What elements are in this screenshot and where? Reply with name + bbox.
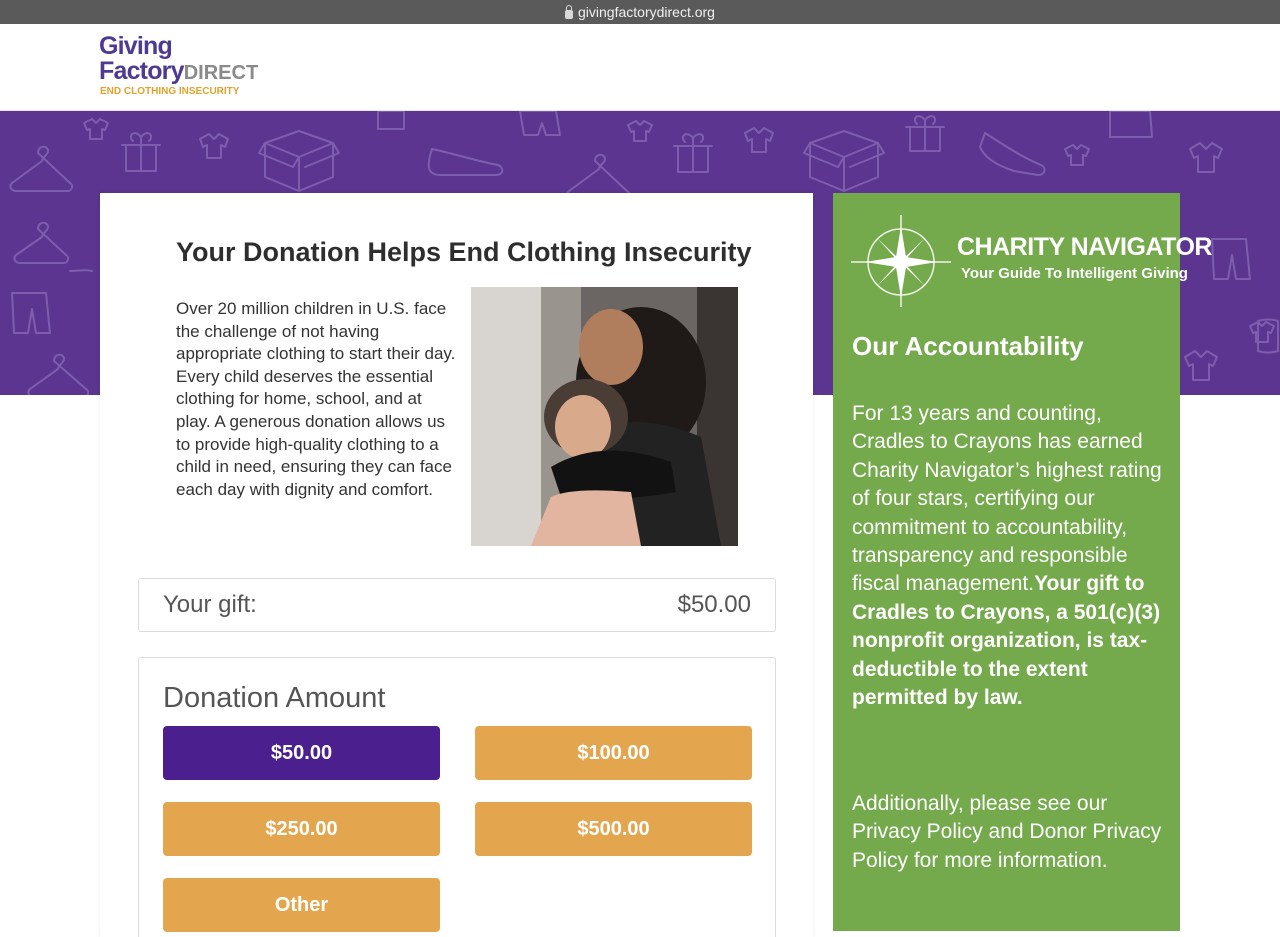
amount-other-button[interactable]: Other [163,878,440,932]
your-gift-summary: Your gift: $50.00 [138,578,776,632]
charity-navigator-subtitle: Your Guide To Intelligent Giving [961,265,1188,282]
privacy-policy-text: Additionally, please see our Privacy Pol… [852,792,1162,872]
logo-direct: DIRECT [183,62,259,84]
compass-star-icon [851,215,951,307]
donation-card: Your Donation Helps End Clothing Insecur… [100,193,813,937]
family-photo [471,287,738,546]
url-text: givingfactorydirect.org [578,4,715,20]
gift-label: Your gift: [163,591,257,618]
accountability-panel: CHARITY NAVIGATOR Your Guide To Intellig… [833,193,1212,931]
accountability-title: Our Accountability [852,331,1084,361]
accountability-text: For 13 years and counting, Cradles to Cr… [852,400,1167,712]
donation-amount-title: Donation Amount [163,682,386,714]
amount-50-button[interactable]: $50.00 [163,726,440,780]
logo-tagline: END CLOTHING INSECURITY [100,86,240,97]
lock-icon [565,4,574,19]
intro-text: Over 20 million children in U.S. face th… [176,299,456,499]
logo-giving: Giving [99,32,173,60]
amount-250-button[interactable]: $250.00 [163,802,440,856]
gift-value: $50.00 [677,591,751,618]
amount-100-button[interactable]: $100.00 [475,726,752,780]
amount-500-button[interactable]: $500.00 [475,802,752,856]
browser-url-bar[interactable]: givingfactorydirect.org [0,0,1280,24]
charity-navigator-badge[interactable]: CHARITY NAVIGATOR Your Guide To Intellig… [851,213,1212,308]
site-header: Giving FactoryDIRECT END CLOTHING INSECU… [0,24,1280,111]
charity-navigator-title: CHARITY NAVIGATOR [957,233,1212,261]
accountability-body: For 13 years and counting, Cradles to Cr… [852,402,1162,596]
site-logo[interactable]: Giving FactoryDIRECT END CLOTHING INSECU… [99,34,258,97]
page-title: Your Donation Helps End Clothing Insecur… [176,237,752,267]
logo-factory: Factory [99,57,185,85]
donation-amount-section: Donation Amount $50.00 $100.00 $250.00 $… [138,657,776,937]
